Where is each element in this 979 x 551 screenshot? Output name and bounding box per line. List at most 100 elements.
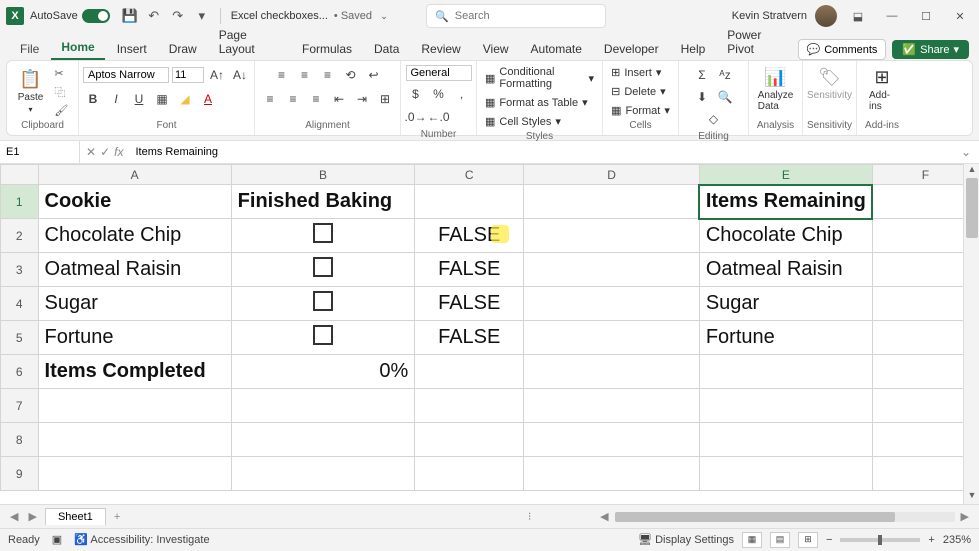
fill-color-button[interactable]: ◢ [175,89,195,109]
zoom-in-icon[interactable]: + [928,534,934,546]
sheet-nav-prev-icon[interactable]: ◀ [8,510,20,523]
cell-A1[interactable]: Cookie [38,185,231,219]
cell-B6[interactable]: 0% [231,355,415,389]
zoom-slider[interactable] [840,538,920,542]
col-header-E[interactable]: E [699,165,872,185]
clear-icon[interactable]: ◇ [704,109,724,129]
cell-E8[interactable] [699,423,872,457]
cell-B2[interactable] [231,219,415,253]
row-header-5[interactable]: 5 [1,321,39,355]
row-header-9[interactable]: 9 [1,457,39,491]
name-box[interactable]: E1 [0,141,80,163]
row-header-6[interactable]: 6 [1,355,39,389]
zoom-out-icon[interactable]: − [826,534,832,546]
autosave-toggle[interactable] [82,9,110,23]
cell-B5[interactable] [231,321,415,355]
delete-cells-button[interactable]: ⊟ Delete ▾ [611,84,666,99]
cell-C3[interactable]: FALSE [415,253,524,287]
addins-button[interactable]: ⊞Add-ins [865,65,899,114]
tab-developer[interactable]: Developer [594,38,669,60]
qat-customize-icon[interactable]: ▾ [192,6,212,26]
cell-A3[interactable]: Oatmeal Raisin [38,253,231,287]
align-center-icon[interactable]: ≡ [283,89,303,109]
checkbox-b5[interactable] [313,325,333,345]
tab-formulas[interactable]: Formulas [292,38,362,60]
increase-indent-icon[interactable]: ⇥ [352,89,372,109]
cut-button[interactable]: ✂ [51,66,71,81]
row-header-4[interactable]: 4 [1,287,39,321]
cell-C2[interactable]: FALSE [415,219,524,253]
align-bottom-icon[interactable]: ≡ [318,65,338,85]
cell-D4[interactable] [524,287,700,321]
merge-icon[interactable]: ⊞ [375,89,395,109]
cell-E5[interactable]: Fortune [699,321,872,355]
conditional-formatting-button[interactable]: ▦ Conditional Formatting ▾ [485,65,594,91]
copy-button[interactable]: ⿻ [51,83,71,101]
tab-home[interactable]: Home [51,36,104,60]
col-header-D[interactable]: D [524,165,700,185]
row-header-3[interactable]: 3 [1,253,39,287]
cell-E9[interactable] [699,457,872,491]
currency-icon[interactable]: $ [406,84,426,104]
font-size-select[interactable] [172,67,204,83]
normal-view-icon[interactable]: ▦ [742,532,762,548]
number-format-select[interactable] [406,65,472,81]
col-header-A[interactable]: A [38,165,231,185]
comma-icon[interactable]: , [452,84,472,104]
increase-font-icon[interactable]: A↑ [207,65,227,85]
cell-styles-button[interactable]: ▦ Cell Styles ▾ [485,114,561,129]
page-layout-view-icon[interactable]: ▤ [770,532,790,548]
cell-A7[interactable] [38,389,231,423]
cell-E1[interactable]: Items Remaining [699,185,872,219]
font-name-select[interactable] [83,67,169,83]
cell-C7[interactable] [415,389,524,423]
cell-B1[interactable]: Finished Baking [231,185,415,219]
cell-D5[interactable] [524,321,700,355]
close-icon[interactable]: ✕ [947,3,973,29]
italic-button[interactable]: I [106,89,126,109]
cell-D6[interactable] [524,355,700,389]
orientation-icon[interactable]: ⟲ [341,65,361,85]
horizontal-scrollbar[interactable]: ◀ ▶ [579,510,971,523]
format-cells-button[interactable]: ▦ Format ▾ [611,103,670,118]
border-button[interactable]: ▦ [152,89,172,109]
redo-icon[interactable]: ↷ [168,6,188,26]
filename-chevron-icon[interactable]: ⌄ [374,6,394,26]
tab-review[interactable]: Review [411,38,470,60]
tab-power-pivot[interactable]: Power Pivot [717,24,795,60]
cell-A6[interactable]: Items Completed [38,355,231,389]
find-icon[interactable]: 🔍 [715,87,735,107]
row-header-1[interactable]: 1 [1,185,39,219]
format-painter-button[interactable]: 🖌 [51,103,71,118]
hscroll-thumb[interactable] [615,512,895,522]
cell-B8[interactable] [231,423,415,457]
row-header-8[interactable]: 8 [1,423,39,457]
ribbon-mode-icon[interactable]: ⬓ [845,3,871,29]
align-left-icon[interactable]: ≡ [260,89,280,109]
cell-A5[interactable]: Fortune [38,321,231,355]
comments-button[interactable]: 💬 Comments [798,39,887,60]
cell-C1[interactable] [415,185,524,219]
cell-E3[interactable]: Oatmeal Raisin [699,253,872,287]
decrease-decimal-icon[interactable]: ←.0 [429,107,449,127]
cell-C9[interactable] [415,457,524,491]
vscroll-thumb[interactable] [966,178,978,238]
search-box[interactable]: 🔍 [426,4,606,28]
sensitivity-button[interactable]: 🏷Sensitivity [803,65,856,103]
cell-D7[interactable] [524,389,700,423]
scroll-down-icon[interactable]: ▼ [964,490,979,504]
tab-file[interactable]: File [10,38,49,60]
increase-decimal-icon[interactable]: .0→ [406,107,426,127]
tab-page-layout[interactable]: Page Layout [209,24,290,60]
tab-insert[interactable]: Insert [107,38,157,60]
search-input[interactable] [455,10,597,22]
checkbox-b3[interactable] [313,257,333,277]
cell-C4[interactable]: FALSE [415,287,524,321]
cell-E4[interactable]: Sugar [699,287,872,321]
cell-D9[interactable] [524,457,700,491]
select-all-corner[interactable] [1,165,39,185]
checkbox-b2[interactable] [313,223,333,243]
decrease-indent-icon[interactable]: ⇤ [329,89,349,109]
vertical-scrollbar[interactable]: ▲ ▼ [963,164,979,504]
align-top-icon[interactable]: ≡ [272,65,292,85]
